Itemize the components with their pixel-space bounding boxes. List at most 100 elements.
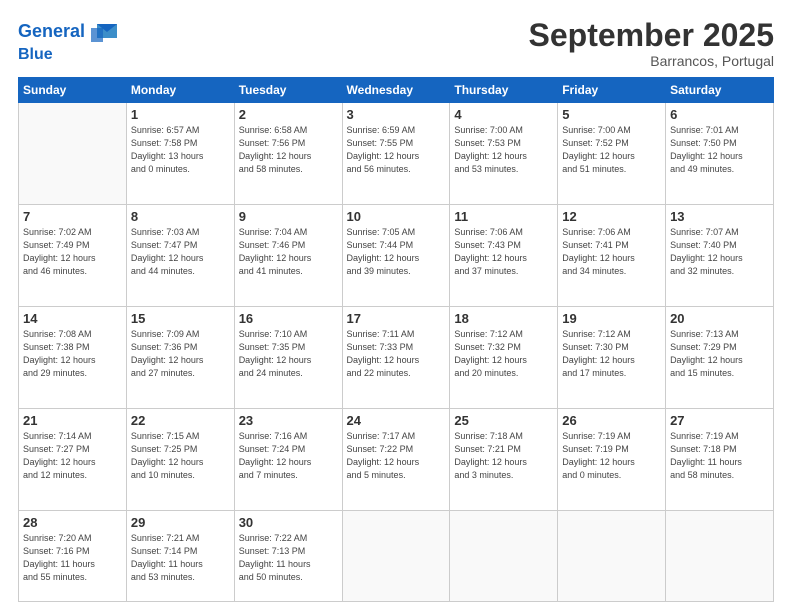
day-info: Sunrise: 6:58 AMSunset: 7:56 PMDaylight:…: [239, 124, 338, 176]
table-row: 8 Sunrise: 7:03 AMSunset: 7:47 PMDaylight…: [126, 205, 234, 307]
table-row: 14 Sunrise: 7:08 AMSunset: 7:38 PMDayligh…: [19, 307, 127, 409]
day-number: 11: [454, 209, 553, 224]
col-tuesday: Tuesday: [234, 78, 342, 103]
day-info: Sunrise: 7:21 AMSunset: 7:14 PMDaylight:…: [131, 532, 230, 584]
day-number: 14: [23, 311, 122, 326]
page: General Blue September 2025 Barrancos, P…: [0, 0, 792, 612]
day-number: 30: [239, 515, 338, 530]
col-monday: Monday: [126, 78, 234, 103]
day-info: Sunrise: 7:00 AMSunset: 7:53 PMDaylight:…: [454, 124, 553, 176]
day-info: Sunrise: 7:01 AMSunset: 7:50 PMDaylight:…: [670, 124, 769, 176]
table-row: 3 Sunrise: 6:59 AMSunset: 7:55 PMDaylight…: [342, 103, 450, 205]
day-number: 16: [239, 311, 338, 326]
day-info: Sunrise: 7:12 AMSunset: 7:30 PMDaylight:…: [562, 328, 661, 380]
day-info: Sunrise: 6:57 AMSunset: 7:58 PMDaylight:…: [131, 124, 230, 176]
table-row: [666, 511, 774, 602]
day-number: 10: [347, 209, 446, 224]
day-info: Sunrise: 7:09 AMSunset: 7:36 PMDaylight:…: [131, 328, 230, 380]
day-info: Sunrise: 7:17 AMSunset: 7:22 PMDaylight:…: [347, 430, 446, 482]
day-number: 21: [23, 413, 122, 428]
table-row: 10 Sunrise: 7:05 AMSunset: 7:44 PMDayligh…: [342, 205, 450, 307]
day-number: 20: [670, 311, 769, 326]
table-row: 11 Sunrise: 7:06 AMSunset: 7:43 PMDayligh…: [450, 205, 558, 307]
table-row: 13Sunrise: 7:07 AMSunset: 7:40 PMDayligh…: [666, 205, 774, 307]
day-number: 23: [239, 413, 338, 428]
table-row: [19, 103, 127, 205]
day-number: 25: [454, 413, 553, 428]
col-friday: Friday: [558, 78, 666, 103]
day-number: 12: [562, 209, 661, 224]
day-number: 6: [670, 107, 769, 122]
day-number: 3: [347, 107, 446, 122]
day-info: Sunrise: 6:59 AMSunset: 7:55 PMDaylight:…: [347, 124, 446, 176]
table-row: 15 Sunrise: 7:09 AMSunset: 7:36 PMDayligh…: [126, 307, 234, 409]
day-number: 2: [239, 107, 338, 122]
table-row: 24 Sunrise: 7:17 AMSunset: 7:22 PMDayligh…: [342, 409, 450, 511]
day-info: Sunrise: 7:19 AMSunset: 7:18 PMDaylight:…: [670, 430, 769, 482]
table-row: 9 Sunrise: 7:04 AMSunset: 7:46 PMDaylight…: [234, 205, 342, 307]
day-info: Sunrise: 7:03 AMSunset: 7:47 PMDaylight:…: [131, 226, 230, 278]
table-row: 26 Sunrise: 7:19 AMSunset: 7:19 PMDayligh…: [558, 409, 666, 511]
day-info: Sunrise: 7:02 AMSunset: 7:49 PMDaylight:…: [23, 226, 122, 278]
day-info: Sunrise: 7:13 AMSunset: 7:29 PMDaylight:…: [670, 328, 769, 380]
table-row: 28Sunrise: 7:20 AMSunset: 7:16 PMDayligh…: [19, 511, 127, 602]
day-number: 15: [131, 311, 230, 326]
day-info: Sunrise: 7:11 AMSunset: 7:33 PMDaylight:…: [347, 328, 446, 380]
col-saturday: Saturday: [666, 78, 774, 103]
month-title: September 2025: [529, 18, 774, 53]
table-row: 17 Sunrise: 7:11 AMSunset: 7:33 PMDayligh…: [342, 307, 450, 409]
table-row: 30 Sunrise: 7:22 AMSunset: 7:13 PMDayligh…: [234, 511, 342, 602]
location: Barrancos, Portugal: [529, 53, 774, 69]
day-info: Sunrise: 7:14 AMSunset: 7:27 PMDaylight:…: [23, 430, 122, 482]
table-row: 22Sunrise: 7:15 AMSunset: 7:25 PMDayligh…: [126, 409, 234, 511]
title-block: September 2025 Barrancos, Portugal: [529, 18, 774, 69]
table-row: 1 Sunrise: 6:57 AMSunset: 7:58 PMDaylight…: [126, 103, 234, 205]
calendar-header-row: Sunday Monday Tuesday Wednesday Thursday…: [19, 78, 774, 103]
day-info: Sunrise: 7:12 AMSunset: 7:32 PMDaylight:…: [454, 328, 553, 380]
day-info: Sunrise: 7:20 AMSunset: 7:16 PMDaylight:…: [23, 532, 122, 584]
day-info: Sunrise: 7:00 AMSunset: 7:52 PMDaylight:…: [562, 124, 661, 176]
day-info: Sunrise: 7:06 AMSunset: 7:43 PMDaylight:…: [454, 226, 553, 278]
header: General Blue September 2025 Barrancos, P…: [18, 18, 774, 69]
day-number: 24: [347, 413, 446, 428]
day-number: 4: [454, 107, 553, 122]
day-info: Sunrise: 7:10 AMSunset: 7:35 PMDaylight:…: [239, 328, 338, 380]
day-number: 26: [562, 413, 661, 428]
calendar-table: Sunday Monday Tuesday Wednesday Thursday…: [18, 77, 774, 602]
day-number: 8: [131, 209, 230, 224]
col-thursday: Thursday: [450, 78, 558, 103]
table-row: [558, 511, 666, 602]
table-row: 27 Sunrise: 7:19 AMSunset: 7:18 PMDayligh…: [666, 409, 774, 511]
table-row: 7 Sunrise: 7:02 AMSunset: 7:49 PMDaylight…: [19, 205, 127, 307]
col-wednesday: Wednesday: [342, 78, 450, 103]
table-row: 21 Sunrise: 7:14 AMSunset: 7:27 PMDayligh…: [19, 409, 127, 511]
table-row: 2 Sunrise: 6:58 AMSunset: 7:56 PMDaylight…: [234, 103, 342, 205]
day-info: Sunrise: 7:16 AMSunset: 7:24 PMDaylight:…: [239, 430, 338, 482]
table-row: 16 Sunrise: 7:10 AMSunset: 7:35 PMDayligh…: [234, 307, 342, 409]
day-info: Sunrise: 7:04 AMSunset: 7:46 PMDaylight:…: [239, 226, 338, 278]
day-number: 17: [347, 311, 446, 326]
day-number: 9: [239, 209, 338, 224]
table-row: [342, 511, 450, 602]
day-number: 29: [131, 515, 230, 530]
day-info: Sunrise: 7:05 AMSunset: 7:44 PMDaylight:…: [347, 226, 446, 278]
day-number: 13: [670, 209, 769, 224]
logo-text: General: [18, 22, 85, 42]
day-info: Sunrise: 7:22 AMSunset: 7:13 PMDaylight:…: [239, 532, 338, 584]
day-info: Sunrise: 7:08 AMSunset: 7:38 PMDaylight:…: [23, 328, 122, 380]
day-number: 27: [670, 413, 769, 428]
table-row: [450, 511, 558, 602]
table-row: 12 Sunrise: 7:06 AMSunset: 7:41 PMDayligh…: [558, 205, 666, 307]
day-number: 22: [131, 413, 230, 428]
table-row: 18Sunrise: 7:12 AMSunset: 7:32 PMDayligh…: [450, 307, 558, 409]
day-number: 1: [131, 107, 230, 122]
table-row: 25Sunrise: 7:18 AMSunset: 7:21 PMDayligh…: [450, 409, 558, 511]
day-info: Sunrise: 7:19 AMSunset: 7:19 PMDaylight:…: [562, 430, 661, 482]
table-row: 23 Sunrise: 7:16 AMSunset: 7:24 PMDayligh…: [234, 409, 342, 511]
day-number: 7: [23, 209, 122, 224]
table-row: 29 Sunrise: 7:21 AMSunset: 7:14 PMDayligh…: [126, 511, 234, 602]
day-info: Sunrise: 7:06 AMSunset: 7:41 PMDaylight:…: [562, 226, 661, 278]
logo-blue: Blue: [18, 46, 119, 64]
table-row: 6 Sunrise: 7:01 AMSunset: 7:50 PMDaylight…: [666, 103, 774, 205]
day-number: 5: [562, 107, 661, 122]
